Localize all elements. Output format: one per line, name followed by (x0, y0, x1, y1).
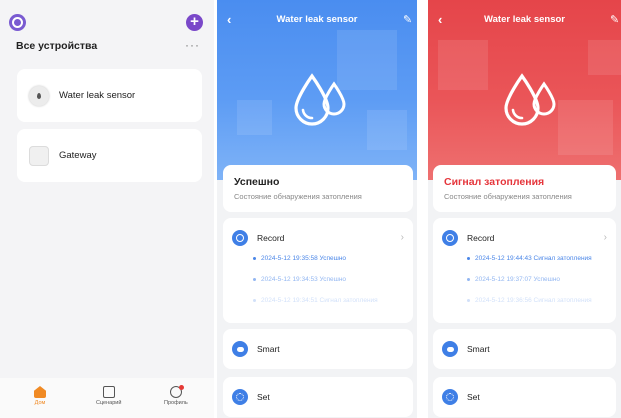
gear-icon (232, 389, 248, 405)
record-header: Record (232, 230, 284, 246)
profile-icon (169, 385, 184, 398)
set-row[interactable]: Set (223, 377, 413, 417)
home-icon (34, 386, 46, 398)
tab-home[interactable]: Дом (34, 386, 46, 406)
record-list: 2024-5-12 19:44:43 Сигнал затопления 202… (467, 255, 592, 318)
record-title: Record (257, 233, 285, 243)
sensor-normal-screen: ‹ Water leak sensor ✎ Успешно Состояние … (217, 0, 417, 418)
set-row[interactable]: Set (433, 377, 616, 417)
page-title: Все устройства (16, 40, 98, 52)
tab-label: Дом (34, 400, 46, 406)
decor-square (438, 40, 488, 90)
device-list-screen: + Все устройства ··· Water leak sensor G… (0, 0, 214, 418)
gateway-icon (29, 145, 49, 166)
tab-label: Профиль (164, 400, 188, 406)
decor-square (558, 100, 613, 155)
status-value: Успешно (234, 176, 280, 188)
sensor-alarm-screen: ‹ Water leak sensor ✎ Сигнал затопления … (428, 0, 621, 418)
smart-row[interactable]: Smart (223, 329, 413, 369)
bottom-tab-bar: Дом Сценарий Профиль (0, 378, 214, 418)
chevron-right-icon[interactable]: › (604, 232, 607, 243)
record-item: 2024-5-12 19:36:56 Сигнал затопления (467, 297, 592, 304)
header-title: Water leak sensor (276, 14, 358, 25)
hero-banner: ‹ Water leak sensor ✎ (428, 0, 621, 180)
more-options-icon[interactable]: ··· (185, 38, 200, 52)
status-value: Сигнал затопления (444, 176, 545, 188)
record-item: 2024-5-12 19:35:58 Успешно (253, 255, 378, 262)
water-drops-icon (294, 73, 346, 126)
add-device-button[interactable]: + (186, 14, 203, 31)
smart-row[interactable]: Smart (433, 329, 616, 369)
device-label: Gateway (59, 150, 97, 161)
record-card[interactable]: Record › 2024-5-12 19:35:58 Успешно 2024… (223, 218, 413, 323)
decor-square (367, 110, 407, 150)
record-item: 2024-5-12 19:34:53 Успешно (253, 276, 378, 283)
status-card: Успешно Состояние обнаружения затопления (223, 165, 413, 212)
record-header: Record (442, 230, 494, 246)
hero-banner: ‹ Water leak sensor ✎ (217, 0, 417, 180)
gear-icon (442, 389, 458, 405)
smart-label: Smart (467, 344, 490, 354)
tab-profile[interactable]: Профиль (164, 385, 188, 406)
device-card-water-leak-sensor[interactable]: Water leak sensor (17, 69, 202, 122)
decor-square (588, 40, 621, 75)
record-item: 2024-5-12 19:44:43 Сигнал затопления (467, 255, 592, 262)
clock-icon (232, 230, 248, 246)
water-drops-icon (504, 73, 556, 126)
tab-label: Сценарий (96, 400, 122, 406)
notification-dot (178, 385, 184, 390)
record-item: 2024-5-12 19:37:07 Успешно (467, 276, 592, 283)
header-title: Water leak sensor (484, 14, 565, 25)
clock-icon (442, 230, 458, 246)
decor-square (237, 100, 272, 135)
status-card: Сигнал затопления Состояние обнаружения … (433, 165, 616, 212)
set-label: Set (257, 392, 270, 402)
status-caption: Состояние обнаружения затопления (234, 192, 362, 201)
toggle-icon (232, 341, 248, 357)
water-drop-icon (29, 85, 49, 106)
record-list: 2024-5-12 19:35:58 Успешно 2024-5-12 19:… (253, 255, 378, 318)
status-caption: Состояние обнаружения затопления (444, 192, 572, 201)
edit-icon[interactable]: ✎ (403, 13, 412, 26)
record-item: 2024-5-12 19:34:51 Сигнал затопления (253, 297, 378, 304)
record-card[interactable]: Record › 2024-5-12 19:44:43 Сигнал затоп… (433, 218, 616, 323)
record-title: Record (467, 233, 495, 243)
screenshot-stage: + Все устройства ··· Water leak sensor G… (0, 0, 621, 418)
chevron-right-icon[interactable]: › (401, 232, 404, 243)
home-avatar-icon[interactable] (9, 14, 26, 31)
scene-icon (102, 386, 115, 398)
set-label: Set (467, 392, 480, 402)
device-card-gateway[interactable]: Gateway (17, 129, 202, 182)
tab-scene[interactable]: Сценарий (96, 386, 121, 406)
device-label: Water leak sensor (59, 90, 136, 101)
toggle-icon (442, 341, 458, 357)
smart-label: Smart (257, 344, 280, 354)
edit-icon[interactable]: ✎ (610, 13, 619, 26)
